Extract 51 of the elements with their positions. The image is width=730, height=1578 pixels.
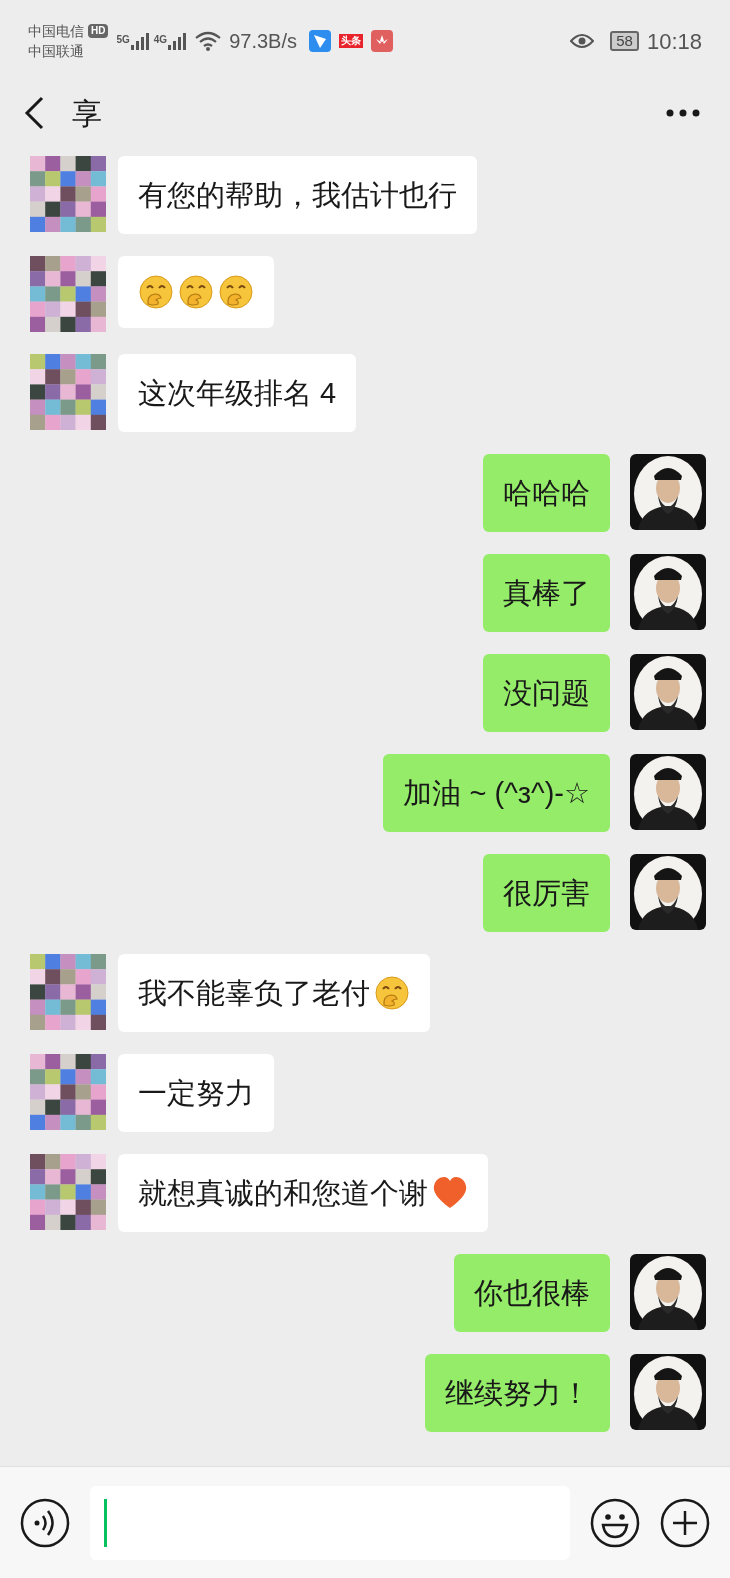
network-type: 4G [153,33,168,47]
chat-title: 享 [72,95,102,132]
eye-icon [570,33,595,49]
app-icon [308,30,331,52]
network-type: 5G [116,33,130,47]
message-input[interactable] [90,1485,570,1560]
message-text: 一定努力 [138,1076,254,1111]
message-text: 你也很棒 [474,1276,590,1311]
message-text: 我不能辜负了老付 [138,976,370,1011]
clock: 10:18 [646,27,702,56]
battery-indicator: 58 [610,31,639,51]
heart-icon [432,1176,468,1210]
emoji-icon[interactable] [590,1497,640,1548]
avatar[interactable] [630,854,706,930]
wifi-icon [195,31,222,51]
more-icon[interactable] [666,109,700,117]
giggle-face-icon [374,975,410,1011]
message-text: 有您的帮助，我估计也行 [138,178,457,213]
giggle-face-icon [138,274,174,310]
avatar[interactable] [630,1254,706,1330]
message-text: 继续努力！ [445,1376,590,1411]
signal-icon [129,32,150,50]
carrier-name: 中国电信 [28,22,84,41]
message-text: 加油 ~ (^з^)-☆ [403,776,590,811]
app-badge: 头条 [338,34,363,48]
avatar[interactable] [630,754,706,830]
message-text: 哈哈哈 [503,476,590,511]
avatar[interactable] [630,554,706,630]
network-speed: 97.3B/s [229,29,297,54]
message-text: 就想真诚的和您道个谢 [138,1176,428,1211]
add-icon[interactable] [660,1497,710,1548]
message-text: 这次年级排名 4 [138,376,337,411]
giggle-face-icon [178,274,214,310]
signal-icon [167,32,188,50]
avatar[interactable] [30,1054,106,1130]
hd-badge: HD [88,24,109,38]
avatar[interactable] [30,954,106,1030]
carrier-name: 中国联通 [28,42,85,61]
message-text: 真棒了 [503,576,590,611]
avatar[interactable] [30,156,106,232]
avatar[interactable] [630,1354,706,1430]
avatar[interactable] [30,354,106,430]
back-icon[interactable] [24,96,44,130]
message-text: 没问题 [503,676,590,711]
avatar[interactable] [30,1154,106,1230]
message-text: 很厉害 [503,876,590,911]
avatar[interactable] [630,654,706,730]
voice-icon[interactable] [20,1497,70,1548]
avatar[interactable] [30,256,106,332]
giggle-face-icon [218,274,254,310]
avatar[interactable] [630,454,706,530]
